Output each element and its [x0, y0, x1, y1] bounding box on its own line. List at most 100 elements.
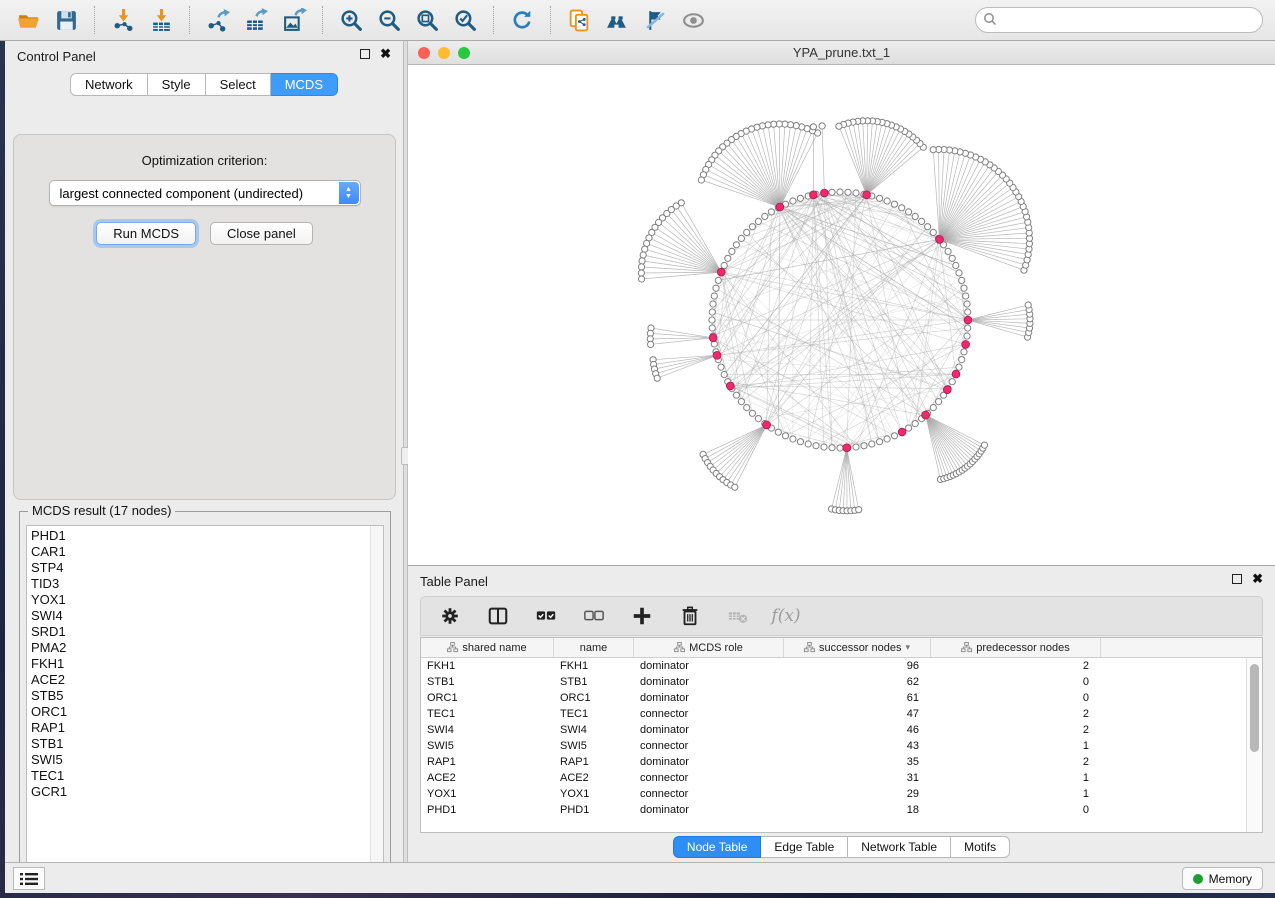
zoom-selected-button[interactable] — [447, 3, 483, 37]
show-graphics-details-button[interactable] — [675, 3, 711, 37]
search-objects-button[interactable] — [599, 3, 635, 37]
tab-select[interactable]: Select — [206, 73, 271, 96]
tab-motifs[interactable]: Motifs — [951, 836, 1010, 858]
dominator-node[interactable] — [810, 191, 818, 199]
table-row[interactable]: SWI5SWI5connector431 — [421, 738, 1246, 754]
cell-name: TEC1 — [554, 708, 634, 720]
tab-network-table[interactable]: Network Table — [848, 836, 951, 858]
dominator-node[interactable] — [726, 382, 734, 390]
select-all-button[interactable] — [533, 603, 559, 629]
tab-style[interactable]: Style — [148, 73, 206, 96]
close-table-panel-icon[interactable]: ✖ — [1252, 574, 1263, 584]
close-window-icon[interactable] — [418, 47, 430, 59]
result-item[interactable]: STP4 — [31, 560, 383, 576]
settings-button[interactable] — [437, 603, 463, 629]
result-item[interactable]: SWI4 — [31, 608, 383, 624]
task-history-button[interactable] — [13, 867, 45, 890]
tab-network[interactable]: Network — [70, 73, 148, 96]
table-scrollbar[interactable] — [1246, 658, 1262, 832]
tab-edge-table[interactable]: Edge Table — [761, 836, 848, 858]
export-network-button[interactable] — [200, 3, 236, 37]
export-image-button[interactable] — [276, 3, 312, 37]
column-header-predecessor-nodes[interactable]: predecessor nodes — [931, 638, 1101, 657]
table-row[interactable]: STB1STB1dominator620 — [421, 674, 1246, 690]
network-canvas[interactable] — [408, 65, 1275, 565]
export-table-button[interactable] — [238, 3, 274, 37]
add-column-button[interactable] — [629, 603, 655, 629]
dominator-node[interactable] — [821, 189, 829, 197]
dominator-node[interactable] — [713, 351, 721, 359]
result-item[interactable]: CAR1 — [31, 544, 383, 560]
mcds-result-list[interactable]: PHD1CAR1STP4TID3YOX1SWI4SRD1PMA2FKH1ACE2… — [26, 525, 384, 873]
result-item[interactable]: PHD1 — [31, 528, 383, 544]
dominator-node[interactable] — [964, 316, 972, 324]
zoom-window-icon[interactable] — [458, 47, 470, 59]
table-row[interactable]: ACE2ACE2connector311 — [421, 770, 1246, 786]
column-header-successor-nodes[interactable]: successor nodes▾ — [784, 638, 931, 657]
table-row[interactable]: PHD1PHD1dominator180 — [421, 802, 1246, 818]
result-item[interactable]: SWI5 — [31, 752, 383, 768]
import-network-button[interactable] — [105, 3, 141, 37]
table-row[interactable]: RAP1RAP1dominator352 — [421, 754, 1246, 770]
refresh-button[interactable] — [504, 3, 540, 37]
result-item[interactable]: STB1 — [31, 736, 383, 752]
table-row[interactable]: FKH1FKH1dominator962 — [421, 658, 1246, 674]
delete-column-button[interactable] — [677, 603, 703, 629]
close-panel-button[interactable]: Close panel — [210, 222, 313, 245]
result-scrollbar[interactable] — [370, 526, 383, 872]
dominator-node[interactable] — [843, 444, 851, 452]
table-scrollbar-thumb[interactable] — [1250, 664, 1259, 752]
dominator-node[interactable] — [943, 386, 951, 394]
table-row[interactable]: SWI4SWI4dominator462 — [421, 722, 1246, 738]
dominator-node[interactable] — [709, 334, 717, 342]
dominator-node[interactable] — [952, 370, 960, 378]
table-row[interactable]: TEC1TEC1connector472 — [421, 706, 1246, 722]
deselect-all-button[interactable] — [581, 603, 607, 629]
result-item[interactable]: ORC1 — [31, 704, 383, 720]
result-item[interactable]: ACE2 — [31, 672, 383, 688]
memory-button[interactable]: Memory — [1182, 867, 1263, 890]
dominator-node[interactable] — [717, 268, 725, 276]
dominator-node[interactable] — [936, 236, 944, 244]
save-button[interactable] — [48, 3, 84, 37]
zoom-in-button[interactable] — [333, 3, 369, 37]
result-item[interactable]: GCR1 — [31, 784, 383, 800]
table-row[interactable]: YOX1YOX1connector291 — [421, 786, 1246, 802]
optimization-criterion-select[interactable]: largest connected component (undirected)… — [49, 180, 361, 206]
result-item[interactable]: FKH1 — [31, 656, 383, 672]
hide-graphics-details-button[interactable] — [637, 3, 673, 37]
column-header-shared-name[interactable]: shared name — [421, 638, 554, 657]
dominator-node[interactable] — [776, 203, 784, 211]
share-document-button[interactable] — [561, 3, 597, 37]
result-item[interactable]: RAP1 — [31, 720, 383, 736]
zoom-out-button[interactable] — [371, 3, 407, 37]
open-button[interactable] — [10, 3, 46, 37]
dominator-node[interactable] — [922, 411, 930, 419]
result-item[interactable]: TID3 — [31, 576, 383, 592]
close-panel-icon[interactable]: ✖ — [380, 49, 391, 59]
search-input[interactable] — [975, 7, 1263, 33]
result-item[interactable]: TEC1 — [31, 768, 383, 784]
tab-node-table[interactable]: Node Table — [673, 836, 762, 858]
dominator-node[interactable] — [962, 341, 970, 349]
zoom-fit-button[interactable] — [409, 3, 445, 37]
table-row[interactable]: ORC1ORC1dominator610 — [421, 690, 1246, 706]
dominator-node[interactable] — [763, 421, 771, 429]
result-item[interactable]: PMA2 — [31, 640, 383, 656]
dominator-node[interactable] — [898, 428, 906, 436]
run-mcds-button[interactable]: Run MCDS — [96, 222, 196, 245]
float-panel-icon[interactable] — [360, 49, 370, 59]
float-table-panel-icon[interactable] — [1232, 574, 1242, 584]
cell-shared_name: FKH1 — [421, 660, 554, 672]
tab-mcds[interactable]: MCDS — [271, 73, 338, 96]
result-item[interactable]: STB5 — [31, 688, 383, 704]
result-item[interactable]: YOX1 — [31, 592, 383, 608]
network-window-titlebar[interactable]: YPA_prune.txt_1 — [408, 41, 1275, 65]
import-table-button[interactable] — [143, 3, 179, 37]
column-header-MCDS-role[interactable]: MCDS role — [634, 638, 784, 657]
minimize-window-icon[interactable] — [438, 47, 450, 59]
column-header-name[interactable]: name — [554, 638, 634, 657]
split-view-button[interactable] — [485, 603, 511, 629]
dominator-node[interactable] — [863, 191, 871, 199]
result-item[interactable]: SRD1 — [31, 624, 383, 640]
